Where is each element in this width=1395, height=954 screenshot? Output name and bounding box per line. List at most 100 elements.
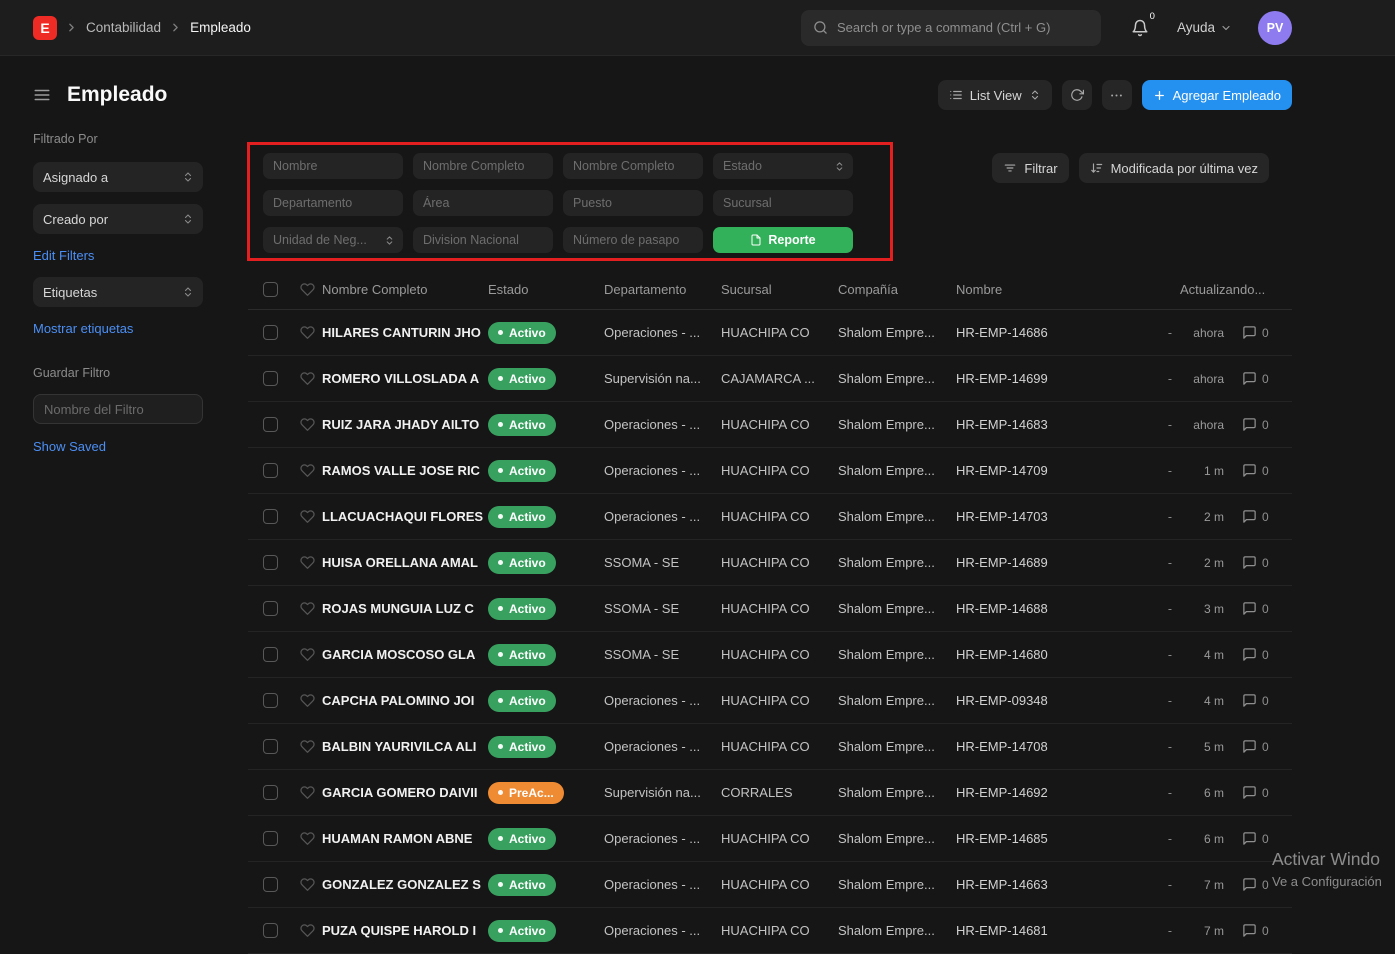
- tags-select[interactable]: Etiquetas: [33, 277, 203, 307]
- employee-id-cell[interactable]: HR-EMP-14681: [956, 923, 1140, 938]
- comments-cell[interactable]: 0: [1238, 693, 1292, 708]
- employee-id-cell[interactable]: HR-EMP-14683: [956, 417, 1140, 432]
- table-row[interactable]: BALBIN YAURIVILCA ALI Activo Operaciones…: [248, 724, 1292, 770]
- employee-id-cell[interactable]: HR-EMP-14663: [956, 877, 1140, 892]
- employee-id-cell[interactable]: HR-EMP-14699: [956, 371, 1140, 386]
- comments-cell[interactable]: 0: [1238, 325, 1292, 340]
- employee-full-name[interactable]: PUZA QUISPE HAROLD I: [322, 923, 488, 938]
- report-button[interactable]: Reporte: [713, 227, 853, 253]
- table-row[interactable]: GARCIA GOMERO DAIVII PreAc... Supervisió…: [248, 770, 1292, 816]
- like-button[interactable]: [292, 555, 322, 570]
- filter-sucursal-input[interactable]: [713, 190, 853, 216]
- filter-unidad-negocio-select[interactable]: Unidad de Neg...: [263, 227, 403, 253]
- comments-cell[interactable]: 0: [1238, 877, 1292, 892]
- row-checkbox[interactable]: [263, 417, 278, 432]
- table-row[interactable]: RUIZ JARA JHADY AILTO Activo Operaciones…: [248, 402, 1292, 448]
- like-button[interactable]: [292, 325, 322, 340]
- show-tags-link[interactable]: Mostrar etiquetas: [33, 321, 133, 336]
- header-name[interactable]: Nombre: [956, 282, 1140, 297]
- list-view-selector[interactable]: List View: [938, 80, 1052, 110]
- row-checkbox[interactable]: [263, 325, 278, 340]
- employee-full-name[interactable]: BALBIN YAURIVILCA ALI: [322, 739, 488, 754]
- row-checkbox[interactable]: [263, 831, 278, 846]
- employee-id-cell[interactable]: HR-EMP-14686: [956, 325, 1140, 340]
- employee-id-cell[interactable]: HR-EMP-14692: [956, 785, 1140, 800]
- filter-button[interactable]: Filtrar: [992, 153, 1068, 183]
- row-checkbox[interactable]: [263, 693, 278, 708]
- header-status[interactable]: Estado: [488, 282, 604, 297]
- select-all-checkbox[interactable]: [263, 282, 278, 297]
- row-checkbox[interactable]: [263, 463, 278, 478]
- show-saved-link[interactable]: Show Saved: [33, 439, 106, 454]
- like-button[interactable]: [292, 877, 322, 892]
- employee-full-name[interactable]: HUISA ORELLANA AMAL: [322, 555, 488, 570]
- employee-full-name[interactable]: ROJAS MUNGUIA LUZ C: [322, 601, 488, 616]
- employee-full-name[interactable]: GARCIA GOMERO DAIVII: [322, 785, 488, 800]
- comments-cell[interactable]: 0: [1238, 923, 1292, 938]
- header-updated[interactable]: Actualizando...: [1180, 282, 1292, 297]
- comments-cell[interactable]: 0: [1238, 739, 1292, 754]
- filter-name-input[interactable]: [33, 394, 203, 424]
- employee-full-name[interactable]: LLACUACHAQUI FLORES: [322, 509, 488, 524]
- employee-id-cell[interactable]: HR-EMP-14685: [956, 831, 1140, 846]
- row-checkbox[interactable]: [263, 371, 278, 386]
- row-checkbox[interactable]: [263, 877, 278, 892]
- comments-cell[interactable]: 0: [1238, 417, 1292, 432]
- menu-ellipsis-button[interactable]: [1102, 80, 1132, 110]
- like-button[interactable]: [292, 601, 322, 616]
- breadcrumb-empleado[interactable]: Empleado: [190, 20, 251, 35]
- comments-cell[interactable]: 0: [1238, 463, 1292, 478]
- created-by-select[interactable]: Creado por: [33, 204, 203, 234]
- table-row[interactable]: HUISA ORELLANA AMAL Activo SSOMA - SE HU…: [248, 540, 1292, 586]
- like-button[interactable]: [292, 923, 322, 938]
- employee-full-name[interactable]: CAPCHA PALOMINO JOI: [322, 693, 488, 708]
- like-button[interactable]: [292, 831, 322, 846]
- row-checkbox[interactable]: [263, 923, 278, 938]
- employee-id-cell[interactable]: HR-EMP-14709: [956, 463, 1140, 478]
- row-checkbox[interactable]: [263, 739, 278, 754]
- employee-id-cell[interactable]: HR-EMP-09348: [956, 693, 1140, 708]
- help-menu[interactable]: Ayuda: [1177, 20, 1232, 35]
- comments-cell[interactable]: 0: [1238, 785, 1292, 800]
- breadcrumb-contabilidad[interactable]: Contabilidad: [86, 20, 161, 35]
- filter-division-nacional-input[interactable]: [413, 227, 553, 253]
- comments-cell[interactable]: 0: [1238, 555, 1292, 570]
- like-button[interactable]: [292, 463, 322, 478]
- assigned-to-select[interactable]: Asignado a: [33, 162, 203, 192]
- notifications-button[interactable]: 0: [1131, 19, 1149, 37]
- edit-filters-link[interactable]: Edit Filters: [33, 248, 94, 263]
- like-button[interactable]: [292, 739, 322, 754]
- employee-full-name[interactable]: HUAMAN RAMON ABNE: [322, 831, 488, 846]
- header-company[interactable]: Compañía: [838, 282, 956, 297]
- filter-departamento-input[interactable]: [263, 190, 403, 216]
- row-checkbox[interactable]: [263, 601, 278, 616]
- employee-full-name[interactable]: GONZALEZ GONZALEZ S: [322, 877, 488, 892]
- refresh-button[interactable]: [1062, 80, 1092, 110]
- filter-estado-select[interactable]: Estado: [713, 153, 853, 179]
- comments-cell[interactable]: 0: [1238, 509, 1292, 524]
- comments-cell[interactable]: 0: [1238, 647, 1292, 662]
- filter-area-input[interactable]: [413, 190, 553, 216]
- employee-full-name[interactable]: RUIZ JARA JHADY AILTO: [322, 417, 488, 432]
- table-row[interactable]: RAMOS VALLE JOSE RIC Activo Operaciones …: [248, 448, 1292, 494]
- like-button[interactable]: [292, 509, 322, 524]
- filter-nombre-completo-input[interactable]: [413, 153, 553, 179]
- table-row[interactable]: HUAMAN RAMON ABNE Activo Operaciones - .…: [248, 816, 1292, 862]
- employee-full-name[interactable]: HILARES CANTURIN JHO: [322, 325, 488, 340]
- like-button[interactable]: [292, 693, 322, 708]
- employee-full-name[interactable]: RAMOS VALLE JOSE RIC: [322, 463, 488, 478]
- header-full-name[interactable]: Nombre Completo: [322, 282, 488, 297]
- like-button[interactable]: [292, 785, 322, 800]
- employee-id-cell[interactable]: HR-EMP-14708: [956, 739, 1140, 754]
- row-checkbox[interactable]: [263, 555, 278, 570]
- comments-cell[interactable]: 0: [1238, 371, 1292, 386]
- employee-id-cell[interactable]: HR-EMP-14688: [956, 601, 1140, 616]
- table-row[interactable]: HILARES CANTURIN JHO Activo Operaciones …: [248, 310, 1292, 356]
- app-logo[interactable]: E: [33, 16, 57, 40]
- row-checkbox[interactable]: [263, 509, 278, 524]
- table-row[interactable]: ROMERO VILLOSLADA A Activo Supervisión n…: [248, 356, 1292, 402]
- like-button[interactable]: [292, 371, 322, 386]
- search-input[interactable]: [837, 20, 1089, 35]
- filter-nombre-input[interactable]: [263, 153, 403, 179]
- table-row[interactable]: CAPCHA PALOMINO JOI Activo Operaciones -…: [248, 678, 1292, 724]
